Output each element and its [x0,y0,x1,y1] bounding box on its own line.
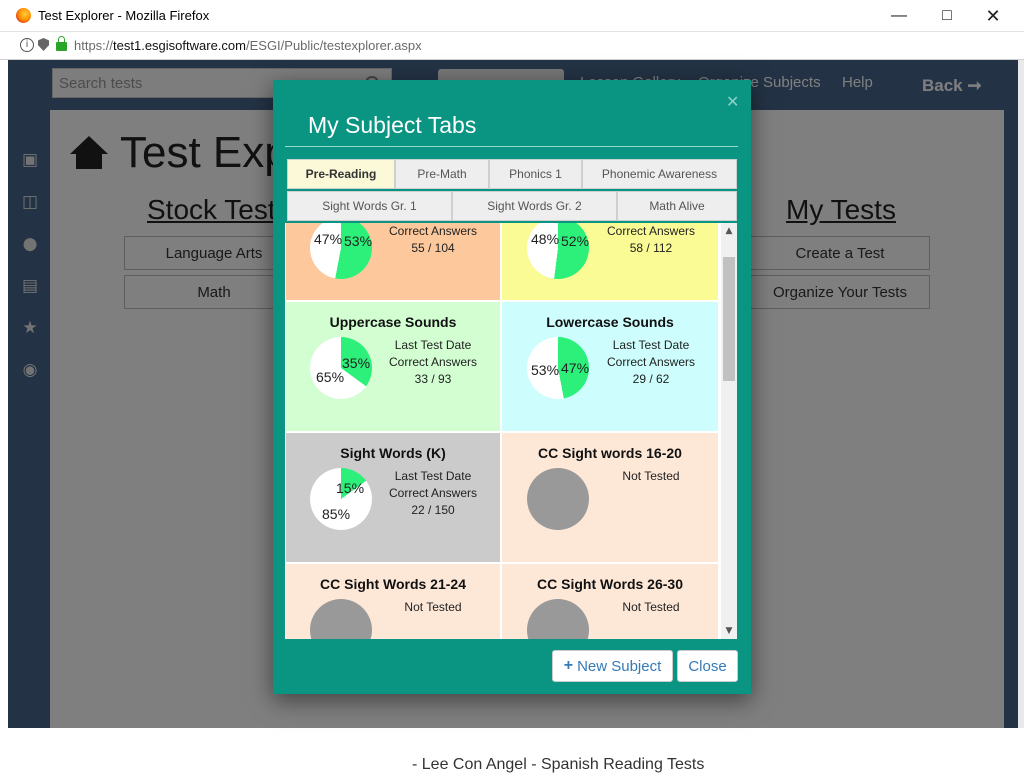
correct-percent: 35% [342,355,371,371]
last-test-date-label: Last Test Date [612,338,690,352]
plus-icon: + [563,657,574,674]
card-stats: Last Test Date Correct Answers 29 / 62 [596,337,706,388]
browser-titlebar: Test Explorer - Mozilla Firefox — □ ✕ [0,0,1024,32]
incorrect-percent: 48% [531,231,560,247]
tab-pre-math[interactable]: Pre-Math [395,159,489,189]
correct-answers-label: Correct Answers [606,224,696,238]
card-stats: Correct Answers 58 / 112 [596,223,706,257]
url-text[interactable]: https://test1.esgisoftware.com/ESGI/Publ… [74,38,422,53]
close-icon[interactable]: ✕ [970,0,1016,32]
scroll-up-icon[interactable]: ▲ [721,223,737,239]
score: 58 / 112 [629,241,673,255]
card-title: CC Sight Words 26-30 [537,576,683,592]
untested-pie [527,599,589,639]
correct-answers-label: Correct Answers [388,224,478,238]
url-scheme: https:// [74,38,114,53]
address-bar[interactable]: i https://test1.esgisoftware.com/ESGI/Pu… [0,32,1024,60]
correct-answers-label: Correct Answers [388,486,478,500]
scroll-down-icon[interactable]: ▼ [721,623,737,639]
correct-answers-label: Correct Answers [606,355,696,369]
subject-card[interactable]: 48% 52% Correct Answers 58 / 112 [501,223,719,301]
incorrect-percent: 47% [314,231,343,247]
title-divider [285,146,738,147]
card-stats: Correct Answers 55 / 104 [378,223,488,257]
subject-tabs-modal: My Subject Tabs ✕ Pre-Reading Pre-Math P… [273,80,751,694]
score: 22 / 150 [411,503,455,517]
untested-pie [310,599,372,639]
card-title: Lowercase Sounds [546,314,674,330]
subject-card[interactable]: Uppercase Sounds 65% 35% Last Test Date … [285,301,501,432]
subject-card[interactable]: Lowercase Sounds 53% 47% Last Test Date … [501,301,719,432]
card-list-scrollbar[interactable]: ▲ ▼ [721,223,737,639]
subject-card[interactable]: CC Sight Words 21-24 Not Tested [285,563,501,639]
subject-card[interactable]: CC Sight words 16-20 Not Tested [501,432,719,563]
correct-answers-label: Correct Answers [388,355,478,369]
tab-phonemic-awareness[interactable]: Phonemic Awareness [582,159,737,189]
url-host: test1.esgisoftware.com [113,38,246,53]
correct-percent: 52% [561,233,590,249]
correct-percent: 15% [336,480,365,496]
new-subject-button[interactable]: + New Subject [552,650,673,682]
new-subject-label: New Subject [577,657,662,675]
subject-card[interactable]: Sight Words (K) 85% 15% Last Test Date C… [285,432,501,563]
tab-math-alive[interactable]: Math Alive [617,191,737,221]
tab-sight-words-gr2[interactable]: Sight Words Gr. 2 [452,191,617,221]
score: 33 / 93 [414,372,452,386]
card-title: Sight Words (K) [340,445,446,461]
card-title: Uppercase Sounds [329,314,457,330]
tab-pre-reading[interactable]: Pre-Reading [287,159,395,189]
correct-percent: 47% [561,360,590,376]
not-tested-label: Not Tested [622,600,680,614]
last-test-date-label: Last Test Date [394,338,472,352]
not-tested-label: Not Tested [622,469,680,483]
scrollbar-thumb[interactable] [723,257,735,381]
firefox-logo-icon [16,8,31,23]
tab-sight-words-gr1[interactable]: Sight Words Gr. 1 [287,191,452,221]
modal-title: My Subject Tabs [308,112,477,138]
card-stats: Last Test Date Correct Answers 33 / 93 [378,337,488,388]
footer-subject-label[interactable]: - Lee Con Angel - Spanish Reading Tests [412,756,704,774]
incorrect-percent: 65% [316,369,345,385]
modal-close-icon[interactable]: ✕ [726,92,739,111]
score: 29 / 62 [632,372,670,386]
subject-card[interactable]: 47% 53% Correct Answers 55 / 104 [285,223,501,301]
card-title: CC Sight words 16-20 [538,445,682,461]
maximize-icon[interactable]: □ [924,0,970,32]
url-path: /ESGI/Public/testexplorer.aspx [245,38,422,53]
incorrect-percent: 53% [531,362,560,378]
subject-card-grid: 47% 53% Correct Answers 55 / 104 48% 52%… [285,223,737,639]
untested-pie [527,468,589,530]
minimize-icon[interactable]: — [876,0,922,32]
score: 55 / 104 [411,241,455,255]
window-title: Test Explorer - Mozilla Firefox [38,8,210,23]
incorrect-percent: 85% [322,506,351,522]
info-icon[interactable]: i [20,38,34,52]
card-title: CC Sight Words 21-24 [320,576,466,592]
close-button[interactable]: Close [677,650,738,682]
lock-icon[interactable] [56,36,67,51]
tab-phonics-1[interactable]: Phonics 1 [489,159,582,189]
last-test-date-label: Last Test Date [394,469,472,483]
shield-icon[interactable] [38,38,49,51]
correct-percent: 53% [344,233,373,249]
subject-card[interactable]: CC Sight Words 26-30 Not Tested [501,563,719,639]
page-scrollbar[interactable] [1018,60,1024,728]
card-stats: Last Test Date Correct Answers 22 / 150 [378,468,488,519]
not-tested-label: Not Tested [404,600,462,614]
